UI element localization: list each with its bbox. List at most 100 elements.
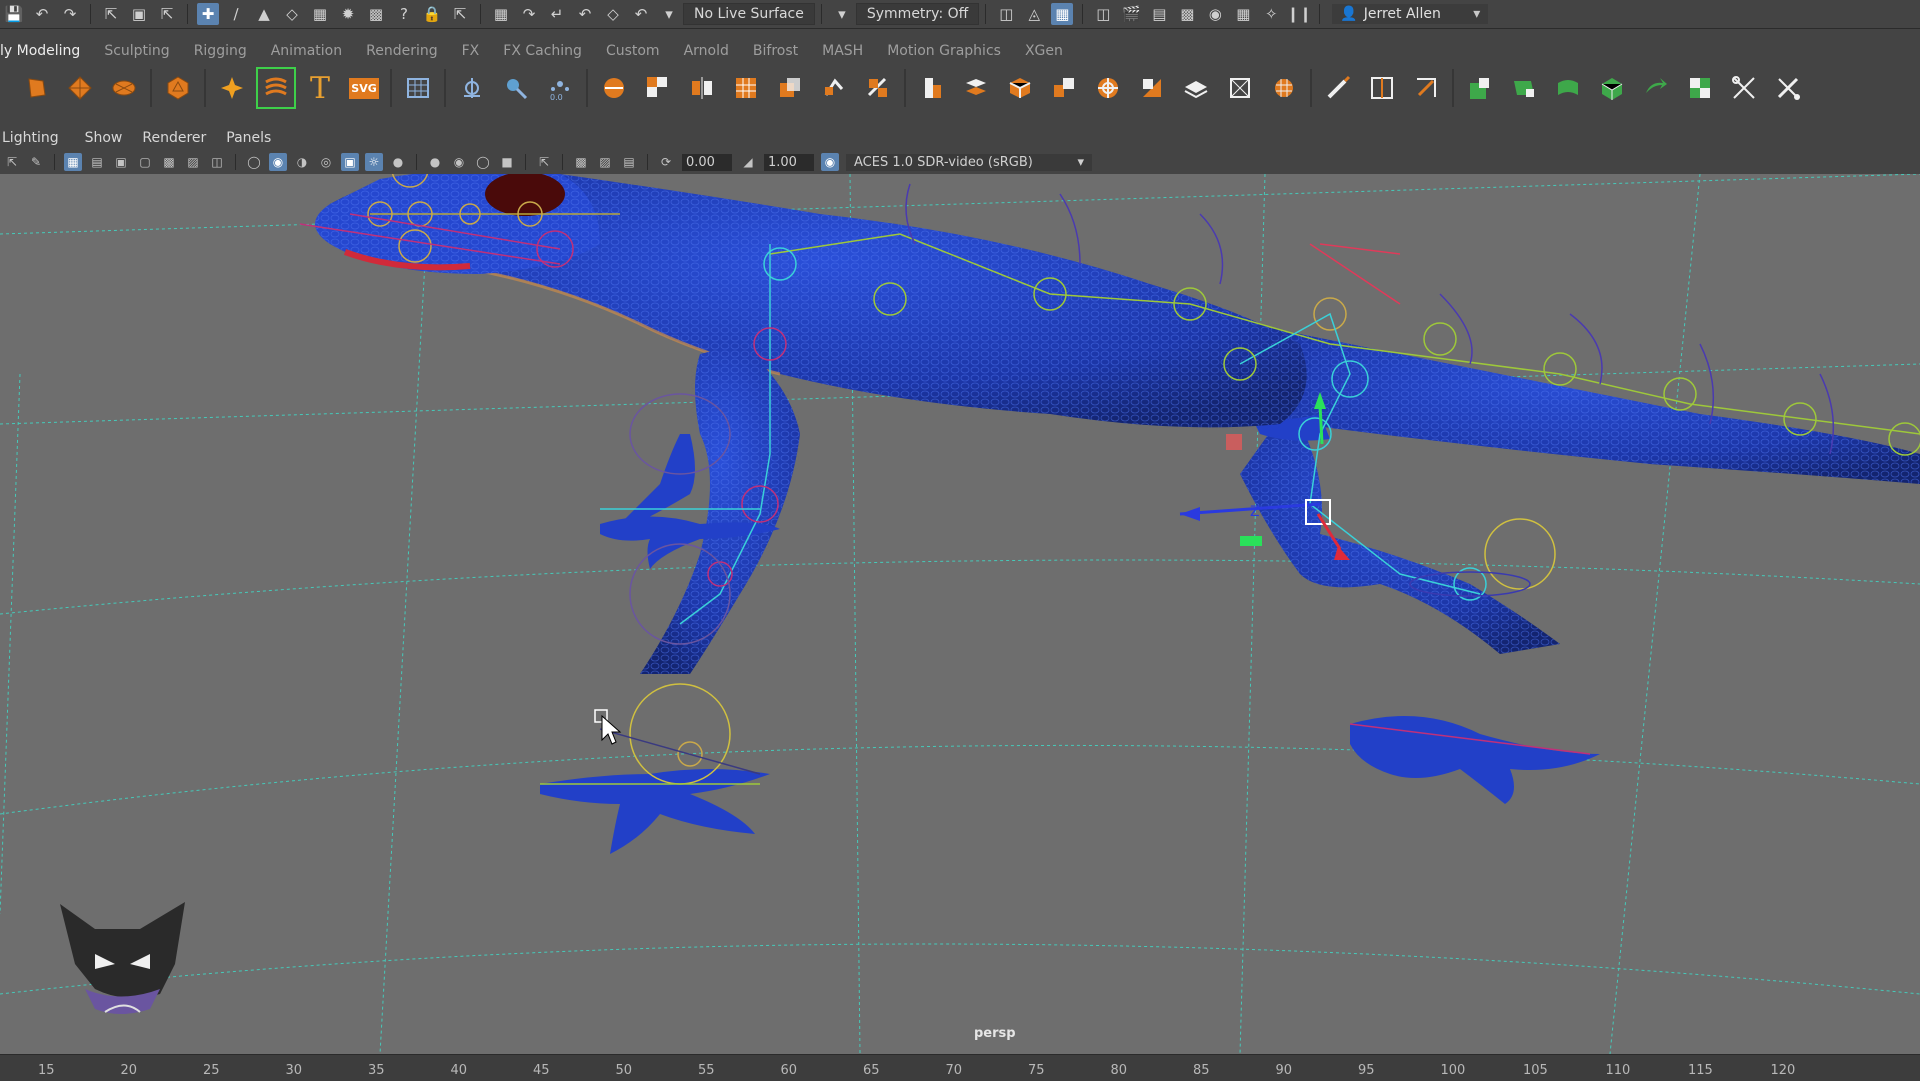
select-by-object-icon[interactable]: ▣ — [128, 3, 150, 25]
select-face-icon[interactable]: ▲ — [253, 3, 275, 25]
shelf-tab-arnold[interactable]: Arnold — [672, 43, 741, 59]
type-tool-button[interactable]: T — [302, 69, 338, 107]
hypershade-icon[interactable]: ◉ — [1204, 3, 1226, 25]
reduce-button[interactable] — [772, 69, 808, 107]
select-vertex-icon[interactable]: ✚ — [197, 3, 219, 25]
scatter-button[interactable]: 0.0 — [542, 69, 578, 107]
merge-button[interactable] — [1178, 69, 1214, 107]
mirror-button[interactable] — [684, 69, 720, 107]
render-frame-icon[interactable]: 🎬 — [1120, 3, 1142, 25]
shelf-tab-xgen[interactable]: XGen — [1013, 43, 1075, 59]
save-icon[interactable]: 💾 — [3, 3, 25, 25]
make-hole-button[interactable] — [1134, 69, 1170, 107]
auto-map-button[interactable] — [1550, 69, 1586, 107]
ipr-render-icon[interactable]: ▤ — [1148, 3, 1170, 25]
select-measure-button[interactable] — [498, 69, 534, 107]
redo-icon[interactable]: ↷ — [59, 3, 81, 25]
snap-view-plane-icon[interactable]: ↶ — [574, 3, 596, 25]
snap-live-icon[interactable]: ↶ — [630, 3, 652, 25]
shelf-tab-bifrost[interactable]: Bifrost — [741, 43, 810, 59]
checker-map-button[interactable] — [1682, 69, 1718, 107]
snap-curve-icon[interactable]: ↷ — [518, 3, 540, 25]
poly-cylinder-button[interactable] — [106, 69, 142, 107]
symmetry-field[interactable]: Symmetry: Off — [855, 3, 980, 25]
chevron-down-icon[interactable]: ▾ — [658, 3, 680, 25]
ambient-occlusion-icon[interactable]: ● — [426, 153, 444, 171]
isolate-select-icon[interactable]: ⇱ — [535, 153, 553, 171]
cut-uv-button[interactable] — [1726, 69, 1762, 107]
fill-hole-button[interactable] — [1090, 69, 1126, 107]
snap-point-icon[interactable]: ↵ — [546, 3, 568, 25]
live-surface-field[interactable]: No Live Surface — [683, 3, 815, 25]
light-editor-icon[interactable]: ✧ — [1260, 3, 1282, 25]
shelf-tab-sculpting[interactable]: Sculpting — [92, 43, 181, 59]
film-gate-icon[interactable]: ▤ — [88, 153, 106, 171]
uv-editor-button[interactable] — [1462, 69, 1498, 107]
bevel-button[interactable] — [1002, 69, 1038, 107]
svg-tool-button[interactable]: SVG — [346, 69, 382, 107]
bridge-button[interactable] — [958, 69, 994, 107]
input-ops-icon[interactable]: ◫ — [995, 3, 1017, 25]
xray-components-icon[interactable]: ▤ — [620, 153, 638, 171]
menu-panels[interactable]: Panels — [224, 130, 281, 146]
output-ops-icon[interactable]: ◬ — [1023, 3, 1045, 25]
user-account-menu[interactable]: 👤 Jerret Allen ▾ — [1332, 4, 1489, 24]
offset-edge-loop-button[interactable] — [1408, 69, 1444, 107]
lock-icon[interactable]: 🔒 — [421, 3, 443, 25]
highlight-icon[interactable]: ⇱ — [449, 3, 471, 25]
wireframe-on-shaded-icon[interactable]: ◎ — [317, 153, 335, 171]
retopo-button[interactable] — [860, 69, 896, 107]
render-setup-icon[interactable]: ▦ — [1232, 3, 1254, 25]
wireframe-icon[interactable]: ◯ — [245, 153, 263, 171]
shelf-tab-mash[interactable]: MASH — [810, 43, 875, 59]
render-view-icon[interactable]: ◫ — [1092, 3, 1114, 25]
select-edge-icon[interactable]: ∕ — [225, 3, 247, 25]
snap-grid-icon[interactable]: ▦ — [490, 3, 512, 25]
shelf-tab-animation[interactable]: Animation — [259, 43, 354, 59]
menu-renderer[interactable]: Renderer — [140, 130, 216, 146]
planar-map-button[interactable] — [1506, 69, 1542, 107]
motion-blur-icon[interactable]: ◉ — [450, 153, 468, 171]
layout-uv-button[interactable] — [1638, 69, 1674, 107]
bounding-box-button[interactable] — [1222, 69, 1258, 107]
safe-action-icon[interactable]: ▨ — [184, 153, 202, 171]
color-management-icon[interactable]: ◉ — [821, 153, 839, 171]
append-button[interactable] — [1046, 69, 1082, 107]
unfold-button[interactable] — [1594, 69, 1630, 107]
poly-sphere-button[interactable] — [18, 69, 54, 107]
sweep-mesh-button[interactable] — [256, 67, 296, 109]
quad-draw-button[interactable] — [1266, 69, 1302, 107]
time-slider[interactable]: 15 20 25 30 35 40 45 50 55 60 65 70 75 80 85 90 95 100 105… — [0, 1054, 1920, 1081]
grid-toggle-icon[interactable]: ▦ — [64, 153, 82, 171]
multi-cut-button[interactable] — [1320, 69, 1356, 107]
default-material-icon[interactable]: ◑ — [293, 153, 311, 171]
exposure-field[interactable]: 0.00 — [682, 153, 732, 171]
menu-show[interactable]: Show — [83, 130, 133, 146]
gate-mask-icon[interactable]: ▢ — [136, 153, 154, 171]
sew-uv-button[interactable] — [1770, 69, 1806, 107]
shelf-tab-custom[interactable]: Custom — [594, 43, 672, 59]
shadows-icon[interactable]: ● — [389, 153, 407, 171]
gamma-field[interactable]: 1.00 — [764, 153, 814, 171]
field-chart-icon[interactable]: ▩ — [160, 153, 178, 171]
measure-tool-button[interactable] — [454, 69, 490, 107]
pause-icon[interactable]: ❙❙ — [1287, 3, 1312, 25]
textured-icon[interactable]: ▣ — [341, 153, 359, 171]
select-by-hierarchy-icon[interactable]: ⇱ — [100, 3, 122, 25]
select-camera-icon[interactable]: ⇱ — [3, 153, 21, 171]
exposure-icon[interactable]: ⟳ — [657, 153, 675, 171]
shelf-tab-fx-caching[interactable]: FX Caching — [491, 43, 594, 59]
mash-network-button[interactable] — [400, 69, 436, 107]
super-shape-button[interactable] — [214, 69, 250, 107]
snap-surface-icon[interactable]: ◇ — [602, 3, 624, 25]
construction-history-icon[interactable]: ▦ — [1051, 3, 1074, 25]
question-icon[interactable]: ? — [393, 3, 415, 25]
shelf-tab-rendering[interactable]: Rendering — [354, 43, 450, 59]
insert-edge-loop-button[interactable] — [1364, 69, 1400, 107]
gamma-icon[interactable]: ◢ — [739, 153, 757, 171]
platonic-solid-button[interactable] — [160, 69, 196, 107]
xray-icon[interactable]: ▩ — [572, 153, 590, 171]
xray-joints-icon[interactable]: ▨ — [596, 153, 614, 171]
depth-of-field-icon[interactable]: ■ — [498, 153, 516, 171]
select-by-component-icon[interactable]: ⇱ — [156, 3, 178, 25]
